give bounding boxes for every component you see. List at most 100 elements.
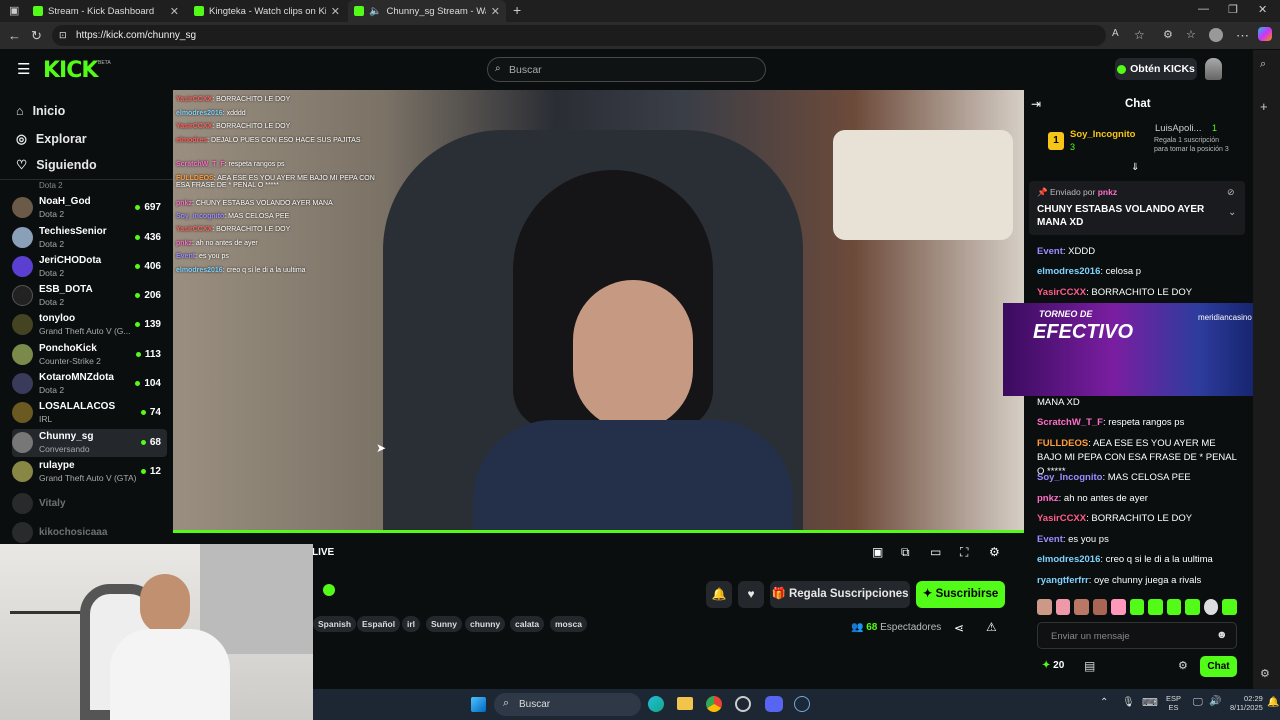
expand-leaderboard-icon[interactable]: ⇓ xyxy=(1131,162,1139,173)
tab-actions-icon[interactable]: ▣ xyxy=(9,4,19,17)
channel-item[interactable]: PonchoKick Counter-Strike 2 113 xyxy=(12,341,167,369)
video-player[interactable]: YasirCCXX: BORRACHITO LE DOY elmodres201… xyxy=(173,90,1024,532)
edge-browser-icon[interactable] xyxy=(648,696,664,712)
send-chat-button[interactable]: Chat xyxy=(1200,656,1237,677)
back-icon[interactable]: ← xyxy=(8,28,21,43)
stream-tag[interactable]: irl xyxy=(402,616,421,632)
chat-user[interactable]: FULLDEOS xyxy=(1037,438,1088,449)
channel-item[interactable]: KotaroMNZdota Dota 2 104 xyxy=(12,370,167,398)
extensions-icon[interactable]: ⚙ xyxy=(1163,28,1173,41)
emote-icon[interactable] xyxy=(1055,599,1071,615)
stream-tag[interactable]: Sunny xyxy=(426,616,462,632)
gift-subs-button[interactable]: 🎁 Regala Suscripciones xyxy=(770,581,910,608)
hide-pin-icon[interactable]: ⊘ xyxy=(1227,187,1235,198)
clock[interactable]: 02:29 8/11/2025 xyxy=(1230,694,1263,712)
emote-icon[interactable] xyxy=(1222,599,1238,615)
channel-item-offline[interactable]: Vitaly xyxy=(12,490,167,518)
chat-settings-gear-icon[interactable]: ⚙ xyxy=(1178,659,1188,672)
notifications-icon[interactable]: 🔔 xyxy=(1267,697,1279,708)
picture-in-picture-icon[interactable]: ⧉ xyxy=(901,545,910,560)
pinned-message[interactable]: 📌 Enviado por pnkz CHUNY ESTABAS VOLANDO… xyxy=(1029,181,1245,235)
chat-user[interactable]: YasirCCXX xyxy=(1037,287,1086,298)
sidebar-item-explorar[interactable]: ◎ Explorar xyxy=(16,131,87,147)
search-input[interactable]: ⌕ Buscar xyxy=(487,57,766,82)
obs-icon[interactable] xyxy=(735,696,751,712)
sidebar-item-inicio[interactable]: ⌂ Inicio xyxy=(16,104,65,118)
chat-user[interactable]: YasirCCXX xyxy=(1037,513,1086,524)
chat-user[interactable]: elmodres2016 xyxy=(1037,554,1100,565)
stream-tag[interactable]: mosca xyxy=(550,616,587,632)
browser-tab-chunny[interactable]: 🔈 Chunny_sg Stream - Watch l ✕ xyxy=(348,0,506,22)
emote-icon[interactable] xyxy=(1129,599,1145,615)
sidebar-search-icon[interactable]: ⌕ xyxy=(1260,58,1266,71)
taskbar-search[interactable]: ⌕ Buscar xyxy=(494,693,641,716)
follow-heart-button[interactable]: ♥ xyxy=(738,581,764,608)
get-kicks-button[interactable]: Obtén KICKs xyxy=(1115,58,1197,80)
stream-tag[interactable]: chunny xyxy=(465,616,506,632)
emote-icon[interactable] xyxy=(1148,599,1163,615)
language-indicator[interactable]: ESP ES xyxy=(1166,694,1181,712)
casino-ad-banner[interactable]: TORNEO DE EFECTIVO meridiancasino ✕ xyxy=(1003,303,1280,396)
copilot-icon[interactable] xyxy=(1258,27,1272,41)
tray-chevron-icon[interactable]: ⌃ xyxy=(1100,697,1108,708)
emoji-icon[interactable]: ☻ xyxy=(1216,629,1228,641)
emote-icon[interactable] xyxy=(1037,599,1052,615)
maximize-icon[interactable]: ❐ xyxy=(1228,3,1238,16)
chat-user[interactable]: elmodres2016 xyxy=(1037,266,1100,277)
channel-item[interactable]: TechiesSenior Dota 2 436 xyxy=(12,224,167,252)
sidebar-add-icon[interactable]: + xyxy=(1260,99,1268,114)
stream-tag[interactable]: Español xyxy=(357,616,401,632)
chevron-down-icon[interactable]: ⌄ xyxy=(1228,207,1236,218)
report-warning-icon[interactable]: ⚠ xyxy=(986,620,997,634)
windows-start-icon[interactable] xyxy=(471,697,486,712)
user-avatar[interactable] xyxy=(1205,58,1222,80)
more-menu-icon[interactable]: ⋯ xyxy=(1236,28,1249,44)
settings-gear-icon[interactable]: ⚙ xyxy=(989,545,1000,559)
channel-item[interactable]: tonyloo Grand Theft Auto V (G... 139 xyxy=(12,311,167,339)
chrome-icon[interactable] xyxy=(706,696,722,712)
new-tab-icon[interactable]: + xyxy=(513,2,521,18)
emote-icon[interactable] xyxy=(1074,599,1089,615)
channel-item-offline[interactable]: kikochosicaaa xyxy=(12,519,167,547)
share-icon[interactable]: ⋖ xyxy=(954,621,964,635)
emote-icon[interactable] xyxy=(1185,599,1200,615)
microphone-icon[interactable]: 🎙 xyxy=(1122,697,1135,708)
kicks-balance[interactable]: ✦ 20 xyxy=(1042,660,1064,671)
collections-icon[interactable]: ☆ xyxy=(1186,28,1196,41)
chat-user[interactable]: pnkz xyxy=(1037,493,1059,504)
favorite-star-icon[interactable]: ☆ xyxy=(1134,28,1145,42)
chat-user[interactable]: Event xyxy=(1037,534,1063,545)
window-close-icon[interactable]: ✕ xyxy=(1258,3,1267,16)
chat-user[interactable]: ryangtferfrr xyxy=(1037,575,1089,586)
fullscreen-icon[interactable]: ⛶ xyxy=(960,545,968,560)
close-icon[interactable]: ✕ xyxy=(170,5,179,18)
channel-item-active[interactable]: Chunny_sg Conversando 68 xyxy=(12,429,167,457)
url-field[interactable]: ⊡ https://kick.com/chunny_sg xyxy=(52,25,1106,46)
network-icon[interactable]: 🖵 xyxy=(1193,697,1203,708)
menu-icon[interactable]: ☰ xyxy=(17,60,30,78)
steam-icon[interactable] xyxy=(794,696,810,712)
stream-tag[interactable]: Spanish xyxy=(313,616,357,632)
channel-item[interactable]: ESB_DOTA Dota 2 206 xyxy=(12,282,167,310)
read-aloud-icon[interactable]: A xyxy=(1112,28,1119,39)
minimize-icon[interactable]: — xyxy=(1198,3,1209,15)
collapse-chat-icon[interactable]: ⇥ xyxy=(1031,97,1041,111)
browser-tab-dashboard[interactable]: Stream - Kick Dashboard ✕ xyxy=(27,0,185,22)
chat-user[interactable]: ScratchW_T_F xyxy=(1037,417,1103,428)
channel-item[interactable]: rulaype Grand Theft Auto V (GTA) 12 xyxy=(12,458,167,486)
close-icon[interactable]: ✕ xyxy=(331,5,340,18)
emote-icon[interactable] xyxy=(1203,599,1219,615)
close-icon[interactable]: ✕ xyxy=(491,5,500,18)
profile-avatar[interactable] xyxy=(1209,28,1223,42)
stream-tag[interactable]: calata xyxy=(510,616,545,632)
sidebar-item-siguiendo[interactable]: ♡ Siguiendo xyxy=(16,157,97,173)
gift-box-icon[interactable]: ▤ xyxy=(1084,659,1095,673)
chat-input[interactable]: Enviar un mensaje ☻ xyxy=(1037,622,1237,649)
emote-icon[interactable] xyxy=(1092,599,1108,615)
channel-item[interactable]: LOSALALACOS IRL 74 xyxy=(12,399,167,427)
browser-tab-kingteka[interactable]: Kingteka - Watch clips on Kick ✕ xyxy=(188,0,346,22)
emote-icon[interactable] xyxy=(1166,599,1182,615)
notification-bell-button[interactable]: 🔔 xyxy=(706,581,732,608)
chat-user[interactable]: Soy_Incognito xyxy=(1037,472,1102,483)
sidebar-settings-icon[interactable]: ⚙ xyxy=(1260,667,1270,680)
